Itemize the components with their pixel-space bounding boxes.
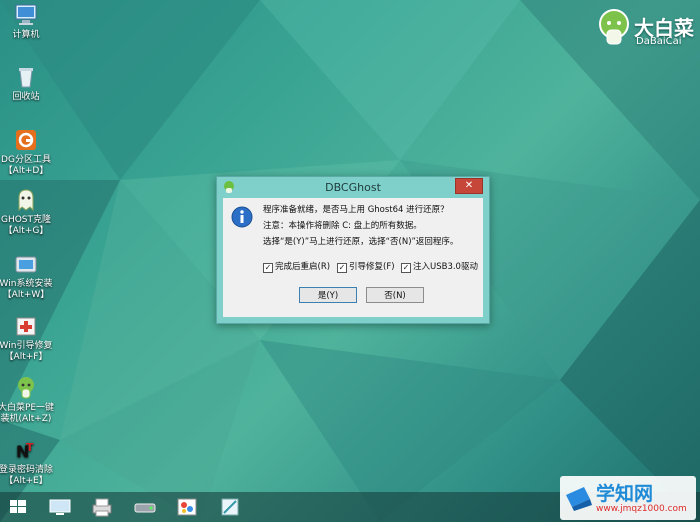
- desktop-icon-dabaicai-installer[interactable]: 大白菜PE一键 装机(Alt+Z): [0, 375, 58, 425]
- checkbox-checked-icon[interactable]: ✓: [263, 263, 273, 273]
- logo-subtitle: DaBaiCai: [636, 36, 682, 47]
- icon-label: 登录密码清除: [0, 465, 53, 475]
- desktop-icon-ghost[interactable]: GHOST克隆 【Alt+G】: [0, 187, 58, 237]
- watermark-url: www.jmqz1000.com: [596, 504, 687, 514]
- icon-label-hotkey: 【Alt+W】: [2, 290, 50, 300]
- recycle-bin-icon: [19, 68, 33, 88]
- checkbox-checked-icon[interactable]: ✓: [401, 263, 411, 273]
- ghost-icon: [18, 189, 34, 212]
- watermark-logo-icon: [566, 487, 592, 511]
- disk-genius-icon: [16, 130, 36, 150]
- checkbox-checked-icon[interactable]: ✓: [337, 263, 347, 273]
- icon-label-hotkey: 【Alt+F】: [4, 352, 48, 362]
- dialog-title: DBCGhost: [325, 181, 381, 194]
- icon-label-hotkey: 【Alt+G】: [3, 226, 49, 236]
- icon-label-hotkey: 装机(Alt+Z): [0, 414, 52, 424]
- yes-button[interactable]: 是(Y): [299, 287, 357, 303]
- desktop-icon-win-install[interactable]: Win系统安装 【Alt+W】: [0, 251, 58, 301]
- dialog-body: 程序准备就绪，是否马上用 Ghost64 进行还原？ 注意：本操作将删除 C: …: [223, 198, 483, 317]
- icon-label: DG分区工具: [1, 155, 51, 165]
- icon-label-hotkey: 【Alt+E】: [4, 476, 48, 486]
- paint-icon[interactable]: [175, 496, 199, 518]
- dabaicai-installer-icon: [18, 377, 34, 399]
- info-icon: [231, 206, 253, 228]
- icon-label: 大白菜PE一键: [0, 403, 55, 413]
- message-line-3: 选择“是(Y)”马上进行还原，选择“否(N)”返回程序。: [263, 237, 459, 247]
- win-install-icon: [15, 256, 37, 273]
- message-line-2: 注意：本操作将删除 C: 盘上的所有数据。: [263, 221, 422, 231]
- icon-label: 回收站: [12, 92, 40, 102]
- message-line-1: 程序准备就绪，是否马上用 Ghost64 进行还原？: [263, 205, 449, 215]
- icon-label: Win引导修复: [0, 341, 53, 351]
- desktop-icon-computer[interactable]: 计算机: [0, 2, 58, 41]
- checkbox-boot-repair[interactable]: ✓ 引导修复(F): [337, 260, 395, 273]
- icon-label: GHOST克隆: [0, 215, 52, 225]
- drive-icon[interactable]: [133, 496, 157, 518]
- start-icon[interactable]: [6, 496, 30, 518]
- checkbox-restart[interactable]: ✓ 完成后重启(R): [263, 260, 330, 273]
- boot-repair-icon: [16, 317, 36, 336]
- desktop-icon-password-clear[interactable]: N T 登录密码清除 【Alt+E】: [0, 437, 58, 487]
- svg-text:T: T: [26, 441, 34, 454]
- desktop-icon-recycle-bin[interactable]: 回收站: [0, 64, 58, 103]
- icon-label: 计算机: [12, 30, 40, 40]
- checkbox-label: 引导修复(F): [349, 262, 395, 272]
- desktop-icon-boot-repair[interactable]: Win引导修复 【Alt+F】: [0, 313, 58, 363]
- dialog-titlebar[interactable]: DBCGhost ✕: [217, 177, 489, 197]
- checkbox-label: 完成后重启(R): [275, 262, 331, 272]
- watermark-title: 学知网: [596, 483, 654, 505]
- password-clear-icon: N T: [16, 441, 34, 461]
- computer-icon: [15, 4, 37, 25]
- cabbage-icon: [599, 9, 629, 45]
- dabaicai-logo: 大白菜 DaBaiCai: [596, 8, 694, 52]
- monitor-icon[interactable]: [48, 496, 72, 518]
- icon-label: Win系统安装: [0, 279, 53, 289]
- icon-label-hotkey: 【Alt+D】: [3, 166, 49, 176]
- screen-icon[interactable]: [218, 496, 242, 518]
- printer-icon[interactable]: [90, 496, 114, 518]
- no-button[interactable]: 否(N): [366, 287, 424, 303]
- checkbox-usb3-driver[interactable]: ✓ 注入USB3.0驱动: [401, 260, 478, 273]
- close-button[interactable]: ✕: [455, 178, 483, 194]
- desktop-icon-dg-partition[interactable]: DG分区工具 【Alt+D】: [0, 127, 58, 177]
- checkbox-label: 注入USB3.0驱动: [413, 262, 478, 272]
- site-watermark: 学知网 www.jmqz1000.com: [560, 476, 696, 520]
- dbcghost-dialog: DBCGhost ✕ 程序准备就绪，是否马上用 Ghost64 进行还原？ 注意…: [216, 176, 490, 324]
